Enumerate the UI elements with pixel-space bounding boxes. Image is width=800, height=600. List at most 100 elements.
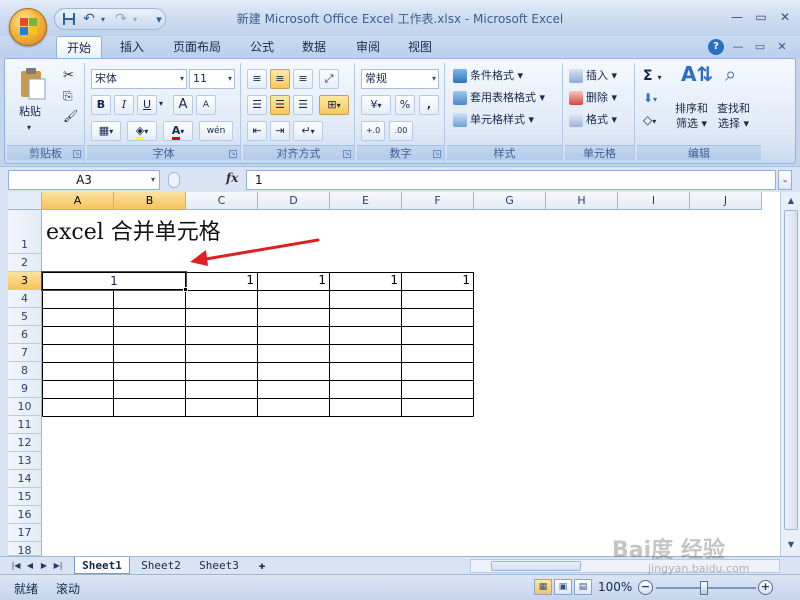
table-icon [453, 91, 467, 105]
align-left-icon[interactable]: ☰ [247, 95, 267, 115]
formula-input[interactable]: 1 [246, 170, 776, 190]
prev-sheet-icon[interactable]: ◀ [24, 559, 36, 572]
decrease-indent-icon[interactable]: ⇤ [247, 121, 267, 141]
paste-dropdown-icon[interactable]: ▾ [27, 119, 31, 137]
last-sheet-icon[interactable]: ▶| [52, 559, 64, 572]
sort-filter-button[interactable]: 排序和 筛选 ▾ [675, 101, 708, 131]
close-button[interactable]: ✕ [774, 8, 796, 26]
next-sheet-icon[interactable]: ▶ [38, 559, 50, 572]
align-right-icon[interactable]: ☰ [293, 95, 313, 115]
underline-button[interactable]: U [137, 95, 157, 115]
expand-formula-bar-icon[interactable]: ⌄ [778, 170, 792, 190]
sheet-tab-3[interactable]: Sheet3 [192, 557, 246, 574]
format-as-table-button[interactable]: 套用表格格式 ▾ [453, 89, 545, 107]
office-button[interactable] [9, 8, 47, 46]
comma-button[interactable]: , [419, 95, 439, 115]
wrap-text-icon[interactable]: ↵▾ [293, 121, 323, 141]
merged-cell-a3-b3[interactable]: 1 [41, 271, 187, 291]
cell-a1[interactable]: excel 合并单元格 [46, 214, 221, 246]
workbook-minimize-button[interactable]: — [730, 39, 746, 55]
number-launcher-icon[interactable]: ↘ [433, 150, 441, 158]
scroll-down-icon[interactable]: ▼ [783, 538, 799, 552]
phonetic-button[interactable]: wén [199, 121, 233, 141]
font-name-select[interactable]: 宋体 ▾ [91, 69, 187, 89]
alignment-group-label: 对齐方式 [243, 145, 354, 160]
italic-button[interactable]: I [114, 95, 134, 115]
copy-icon[interactable]: ⎘ [63, 87, 73, 105]
cell-c3[interactable]: 1 [186, 273, 258, 287]
font-group: 宋体 ▾ 11 ▾ B I U ▾ A A ▦▾ ◈▾ A▾ wén 字体 ↘ [87, 63, 241, 161]
cut-icon[interactable]: ✂ [63, 67, 74, 85]
clear-icon[interactable]: ◇▾ [643, 111, 656, 131]
scroll-up-icon[interactable]: ▲ [783, 194, 799, 208]
currency-icon[interactable]: ¥▾ [361, 95, 391, 115]
increase-decimal-icon[interactable]: +.0 [361, 121, 385, 141]
font-size-select[interactable]: 11 ▾ [189, 69, 235, 89]
formula-bar-splitter[interactable] [168, 172, 180, 188]
cell-e3[interactable]: 1 [330, 273, 402, 287]
autosum-button[interactable]: Σ ▾ [643, 67, 661, 87]
vertical-scroll-thumb[interactable] [784, 210, 798, 530]
normal-view-icon[interactable]: ▦ [534, 579, 552, 595]
vertical-scrollbar[interactable]: ▲ ▼ [780, 192, 800, 556]
insert-sheet-icon[interactable]: ✚ [250, 557, 274, 574]
underline-dropdown-icon[interactable]: ▾ [159, 95, 163, 113]
tab-review[interactable]: 审阅 [346, 36, 390, 58]
conditional-format-button[interactable]: 条件格式 ▾ [453, 67, 523, 85]
grow-font-button[interactable]: A [173, 95, 193, 115]
restore-button[interactable]: ▭ [750, 8, 772, 26]
minimize-button[interactable]: — [726, 8, 748, 26]
zoom-level[interactable]: 100% [598, 580, 632, 594]
tab-insert[interactable]: 插入 [110, 36, 154, 58]
insert-function-icon[interactable]: fx [226, 171, 238, 185]
format-painter-icon[interactable]: 🖌 [63, 107, 78, 125]
font-launcher-icon[interactable]: ↘ [229, 150, 237, 158]
cell-styles-button[interactable]: 单元格样式 ▾ [453, 111, 534, 129]
workbook-close-button[interactable]: ✕ [774, 39, 790, 55]
horizontal-scroll-thumb[interactable] [491, 561, 581, 571]
fill-icon[interactable]: ⬇▾ [643, 89, 657, 109]
cell-f3[interactable]: 1 [402, 273, 474, 287]
tab-home[interactable]: 开始 [56, 36, 102, 58]
tab-view[interactable]: 视图 [398, 36, 442, 58]
align-middle-icon[interactable]: ≡ [270, 69, 290, 89]
page-break-view-icon[interactable]: ▤ [574, 579, 592, 595]
sheet-tab-1[interactable]: Sheet1 [74, 557, 130, 574]
page-layout-view-icon[interactable]: ▣ [554, 579, 572, 595]
clipboard-launcher-icon[interactable]: ↘ [73, 150, 81, 158]
borders-button[interactable]: ▦▾ [91, 121, 121, 141]
workbook-restore-button[interactable]: ▭ [752, 39, 768, 55]
align-bottom-icon[interactable]: ≡ [293, 69, 313, 89]
bold-button[interactable]: B [91, 95, 111, 115]
zoom-in-icon[interactable]: + [758, 580, 773, 595]
alignment-launcher-icon[interactable]: ↘ [343, 150, 351, 158]
tab-page-layout[interactable]: 页面布局 [164, 36, 230, 58]
zoom-out-icon[interactable]: − [638, 580, 653, 595]
align-center-icon[interactable]: ☰ [270, 95, 290, 115]
fill-handle[interactable] [183, 287, 188, 292]
paste-icon[interactable] [17, 67, 47, 101]
percent-button[interactable]: % [395, 95, 415, 115]
font-color-button[interactable]: A▾ [163, 121, 193, 141]
number-format-select[interactable]: 常规 ▾ [361, 69, 439, 89]
worksheet[interactable]: A B C D E F G H I J 1 2 3 4 5 6 7 8 9 10… [0, 192, 800, 556]
format-cells-button[interactable]: 格式 ▾ [569, 111, 617, 129]
sheet-tab-2[interactable]: Sheet2 [134, 557, 188, 574]
decrease-decimal-icon[interactable]: .00 [389, 121, 413, 141]
shrink-font-button[interactable]: A [196, 95, 216, 115]
align-top-icon[interactable]: ≡ [247, 69, 267, 89]
tab-formulas[interactable]: 公式 [240, 36, 284, 58]
find-select-button[interactable]: 查找和 选择 ▾ [717, 101, 750, 131]
merge-center-button[interactable]: ⊞▾ [319, 95, 349, 115]
name-box[interactable]: A3 ▾ [8, 170, 160, 190]
first-sheet-icon[interactable]: |◀ [10, 559, 22, 572]
fill-color-button[interactable]: ◈▾ [127, 121, 157, 141]
delete-cells-button[interactable]: 删除 ▾ [569, 89, 617, 107]
orientation-icon[interactable]: ⤢ [319, 69, 339, 89]
help-icon[interactable]: ? [708, 39, 724, 55]
insert-cells-button[interactable]: 插入 ▾ [569, 67, 617, 85]
zoom-slider-knob[interactable] [700, 581, 708, 595]
increase-indent-icon[interactable]: ⇥ [270, 121, 290, 141]
cell-d3[interactable]: 1 [258, 273, 330, 287]
tab-data[interactable]: 数据 [292, 36, 336, 58]
